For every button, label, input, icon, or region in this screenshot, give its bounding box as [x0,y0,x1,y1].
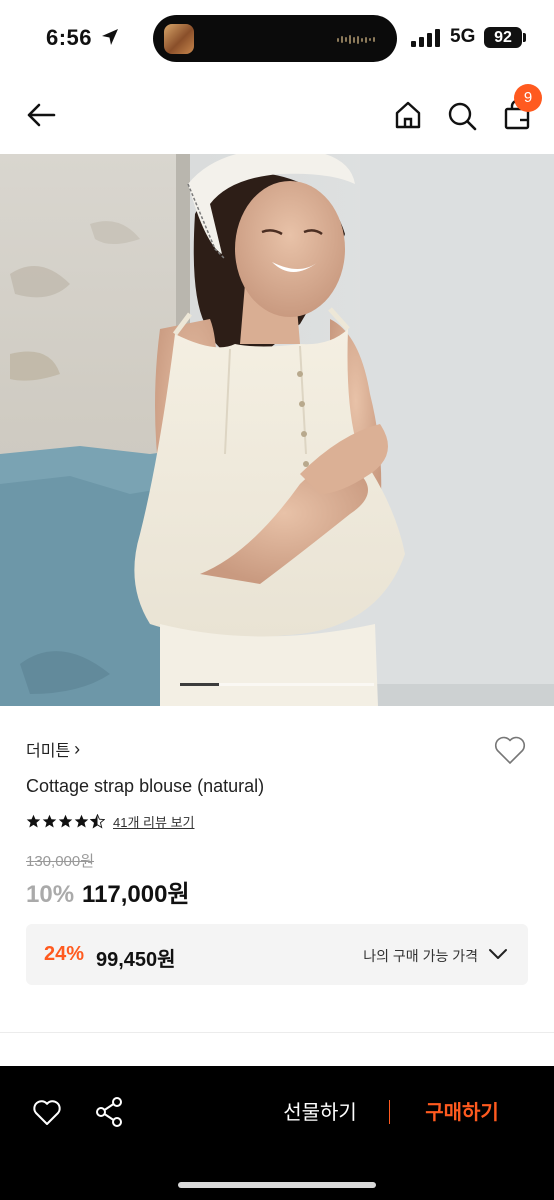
star-icon [26,814,41,828]
share-icon[interactable] [94,1096,124,1128]
bottom-action-bar: 선물하기 구매하기 [0,1066,554,1200]
price-row: 10% 117,000원 [26,874,190,909]
my-price-box[interactable]: 24% 99,450원 나의 구매 가능 가격 [26,924,528,985]
product-image[interactable] [0,154,554,706]
home-icon[interactable] [390,96,426,134]
sale-price: 117,000원 [82,881,190,908]
battery-tip [523,33,526,42]
signal-icon [411,29,440,47]
location-arrow-icon [102,29,118,45]
review-link[interactable]: 41개 리뷰 보기 [113,812,194,831]
rating-stars [26,814,105,829]
my-discount-rate: 24% [44,943,85,965]
product-photo [0,154,554,706]
my-price-label: 나의 구매 가능 가격 [363,948,478,964]
search-icon[interactable] [444,96,480,134]
gallery-slider-thumb [180,683,219,686]
battery-indicator: 92 [484,27,522,48]
home-indicator [178,1182,376,1188]
star-icon [42,814,57,828]
now-playing-artwork [164,24,194,54]
audio-wave-icon [337,35,375,44]
brand-name: 더미튼 [26,743,71,760]
dynamic-island [153,15,397,62]
heart-icon[interactable] [32,1098,62,1126]
chevron-down-icon[interactable] [488,946,508,962]
cart-count-badge: 9 [514,84,542,112]
back-arrow-icon[interactable] [22,96,60,134]
half-star-icon [90,814,105,829]
status-time: 6:56 [46,25,93,50]
section-divider [0,1032,554,1033]
rating-row: 41개 리뷰 보기 [26,812,194,831]
original-price: 130,000원 [26,853,95,870]
brand-link[interactable]: 더미튼 › [26,737,80,761]
discount-rate: 10% [26,881,75,908]
network-type: 5G [450,26,476,47]
heart-icon[interactable] [493,734,527,766]
button-separator [389,1100,390,1124]
my-price-amount: 99,450원 [96,949,176,971]
star-icon [58,814,73,828]
buy-button[interactable]: 구매하기 [404,1096,520,1130]
status-bar: 6:56 5G 92 [0,0,554,76]
chevron-right-icon: › [74,738,81,759]
gift-button[interactable]: 선물하기 [262,1096,378,1130]
top-nav [0,76,554,154]
star-icon [74,814,89,828]
product-name: Cottage strap blouse (natural) [26,776,265,796]
